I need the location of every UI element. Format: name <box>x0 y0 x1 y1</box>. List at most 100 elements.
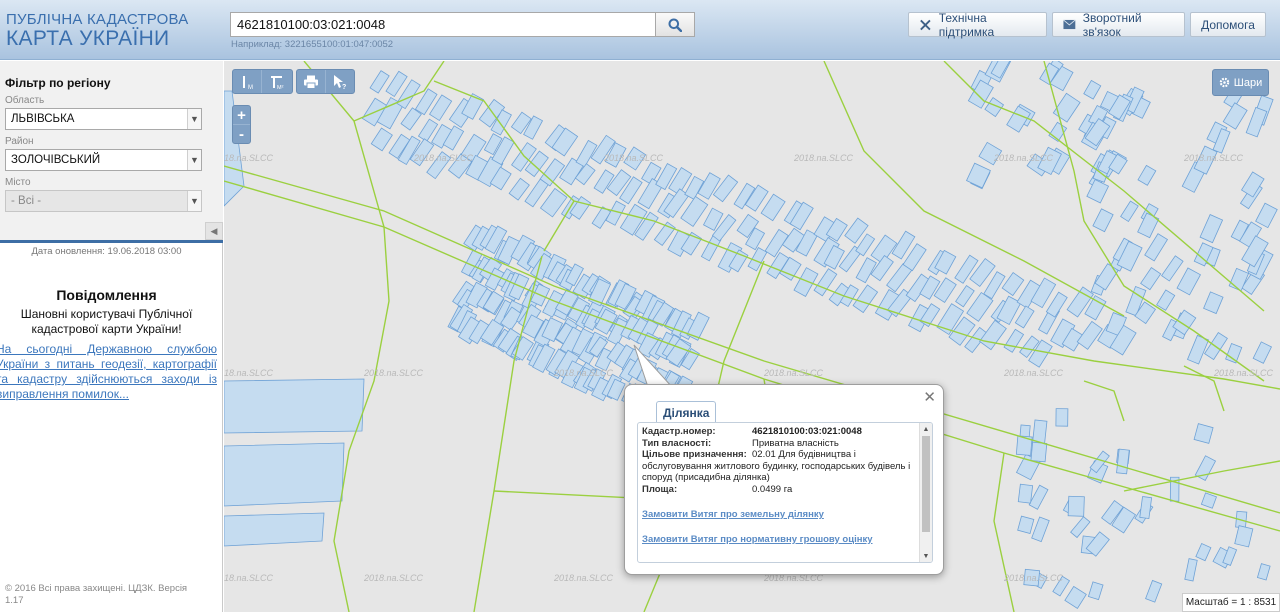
tab-parcel[interactable]: Ділянка <box>656 401 717 423</box>
area-value: 0.0499 га <box>752 483 793 495</box>
chevron-down-icon: ▼ <box>187 109 201 129</box>
building-parcel[interactable] <box>1120 200 1139 223</box>
building-parcel[interactable] <box>1031 516 1050 543</box>
message-link[interactable]: На сьогодні Державною службою України з … <box>0 342 217 402</box>
building-parcel[interactable] <box>1145 579 1163 603</box>
cadastral-value: 4621810100:03:021:0048 <box>752 426 862 437</box>
purpose-row: Цільове призначення: 02.01 Для будівництв… <box>642 449 916 484</box>
cadastral-search-input[interactable] <box>230 12 656 37</box>
watermark-text: 2018.na.SLCC <box>553 368 614 378</box>
building-parcel[interactable] <box>1055 408 1069 427</box>
watermark-text: 2018.na.SLCC <box>763 368 824 378</box>
rayon-value: ЗОЛОЧІВСЬКИЙ <box>11 154 101 166</box>
building-parcel[interactable] <box>1161 255 1184 282</box>
misto-select[interactable]: - Всі - ▼ <box>5 190 202 212</box>
chevron-left-icon: ◀ <box>210 225 218 236</box>
rayon-select[interactable]: ЗОЛОЧІВСЬКИЙ ▼ <box>5 149 202 171</box>
scroll-up-icon[interactable]: ▲ <box>920 423 932 435</box>
building-parcel[interactable] <box>1144 233 1169 262</box>
watermark-text: 2018.na.SLCC <box>224 368 274 378</box>
building-parcel[interactable] <box>508 177 530 201</box>
collapse-sidebar-button[interactable]: ◀ <box>205 222 223 240</box>
popup-scrollbar[interactable]: ▲ ▼ <box>919 423 932 562</box>
building-parcel[interactable] <box>1001 271 1025 297</box>
building-parcel[interactable] <box>1030 441 1048 463</box>
site-logo[interactable]: ПУБЛІЧНА КАДАСТРОВА КАРТА УКРАЇНИ <box>6 12 188 49</box>
building-parcel[interactable] <box>1234 525 1254 548</box>
order-extract-link[interactable]: Замовити Витяг про земельну ділянку <box>642 509 916 521</box>
zoom-in-button[interactable]: + <box>233 106 250 125</box>
building-parcel[interactable] <box>1017 515 1035 535</box>
building-parcel[interactable] <box>1193 423 1214 444</box>
chevron-down-icon: ▼ <box>187 150 201 170</box>
watermark-text: 2018.na.SLCC <box>1003 573 1064 583</box>
rayon-label: Район <box>5 136 34 147</box>
building-parcel[interactable] <box>1137 212 1160 239</box>
watermark-text: 2018.na.SLCC <box>1183 153 1244 163</box>
purpose-key: Цільове призначення: <box>642 449 747 460</box>
sidebar: Фільтр по регіону Область ЛЬВІВСЬКА ▼ Ра… <box>0 61 223 612</box>
scroll-down-icon[interactable]: ▼ <box>920 550 932 562</box>
building-parcel[interactable] <box>1184 558 1198 582</box>
building-parcel[interactable] <box>1140 267 1162 291</box>
building-parcel[interactable] <box>1256 563 1271 581</box>
map-canvas[interactable]: 2018.na.SLCC 2018.na.SLCC 2018.na.SLCC 2018… <box>224 61 1280 612</box>
building-parcel[interactable] <box>855 257 877 284</box>
ownership-key: Тип власності: <box>642 437 712 449</box>
building-parcel[interactable] <box>1045 291 1068 318</box>
building-parcel[interactable] <box>1064 585 1087 609</box>
ownership-row: Тип власності: Приватна власність <box>642 438 916 450</box>
watermark-text: 2018.na.SLCC <box>553 573 614 583</box>
order-valuation-link[interactable]: Замовити Витяг про нормативну грошову оц… <box>642 534 916 546</box>
building-parcel[interactable] <box>870 254 894 282</box>
watermark-text: 2018.na.SLCC <box>363 573 424 583</box>
support-button[interactable]: Технічна підтримка <box>908 11 1047 39</box>
print-button[interactable] <box>297 70 326 93</box>
building-parcel[interactable] <box>1203 291 1224 315</box>
building-parcel[interactable] <box>1003 328 1025 353</box>
building-parcel[interactable] <box>1195 543 1212 562</box>
scroll-thumb[interactable] <box>922 436 930 532</box>
measure-area-button[interactable]: M² <box>262 70 291 93</box>
measure-distance-button[interactable]: M <box>233 70 262 93</box>
building-parcel[interactable] <box>1116 448 1130 475</box>
feedback-button[interactable]: Зворотний зв'язок <box>1052 11 1185 39</box>
svg-text:M: M <box>248 85 253 90</box>
help-button[interactable]: Допомога <box>1190 12 1266 37</box>
oblast-label: Область <box>5 95 45 106</box>
building-parcel[interactable] <box>955 285 975 308</box>
building-parcel[interactable] <box>1014 305 1035 329</box>
building-parcel[interactable] <box>1092 208 1114 233</box>
building-parcel[interactable] <box>1200 492 1217 509</box>
watermark-text: 2018.na.SLCC <box>603 153 664 163</box>
zoom-out-button[interactable]: - <box>233 125 250 144</box>
identify-button[interactable]: ? <box>326 70 354 93</box>
building-parcel[interactable] <box>1199 214 1224 244</box>
close-icon[interactable]: ✕ <box>923 388 936 406</box>
building-parcel[interactable] <box>1240 171 1265 198</box>
layers-button[interactable]: Шари <box>1212 69 1269 96</box>
building-parcel[interactable] <box>1139 496 1153 520</box>
building-parcel[interactable] <box>370 127 393 152</box>
building-parcel[interactable] <box>965 162 991 189</box>
building-parcel[interactable] <box>1087 581 1104 601</box>
building-parcel[interactable] <box>1255 202 1278 229</box>
building-parcel[interactable] <box>1083 79 1102 100</box>
building-parcel[interactable] <box>1156 289 1176 311</box>
building-parcel[interactable] <box>1137 164 1157 186</box>
watermark-text: 2018.na.SLCC <box>224 153 274 163</box>
building-parcel[interactable] <box>1070 516 1091 539</box>
envelope-icon <box>1063 19 1076 30</box>
search-button[interactable] <box>655 12 695 37</box>
building-parcel[interactable] <box>760 193 786 222</box>
building-parcel[interactable] <box>369 70 390 94</box>
building-parcel[interactable] <box>1176 267 1201 296</box>
oblast-select[interactable]: ЛЬВІВСЬКА ▼ <box>5 108 202 130</box>
building-parcel[interactable] <box>1252 341 1273 364</box>
scale-indicator: Масштаб = 1 : 8531 <box>1182 593 1280 612</box>
watermark-text: 2018.na.SLCC <box>224 573 274 583</box>
building-parcel[interactable] <box>1067 495 1085 517</box>
building-parcel[interactable] <box>793 267 819 298</box>
building-parcel[interactable] <box>1222 102 1248 130</box>
building-parcel[interactable] <box>1017 483 1034 504</box>
